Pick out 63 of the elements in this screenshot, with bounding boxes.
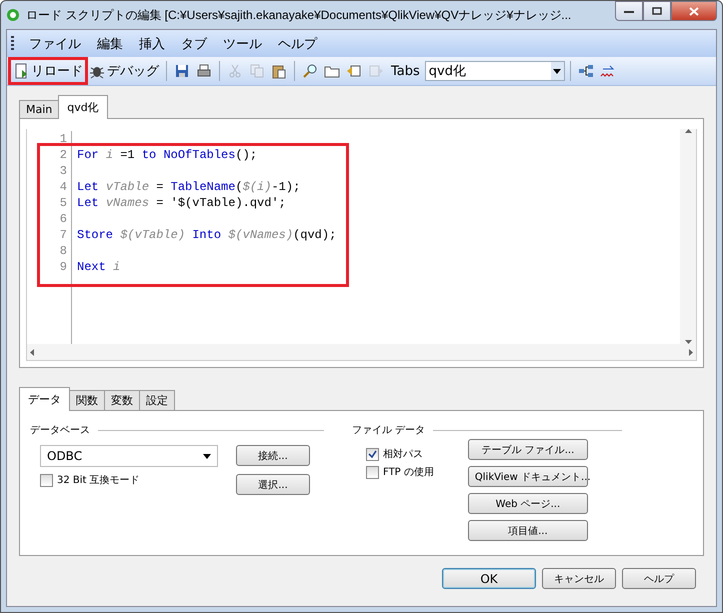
panel-tab[interactable]: データ: [19, 387, 70, 411]
line-number: 6: [27, 211, 72, 227]
menu-item[interactable]: ファイル: [22, 32, 88, 54]
panel-tab[interactable]: 変数: [104, 390, 140, 410]
toolbar-button[interactable]: リロード: [11, 60, 85, 82]
database-select[interactable]: ODBC: [40, 445, 218, 467]
menu-item[interactable]: タブ: [174, 32, 214, 54]
checkbox[interactable]: 相対パス: [366, 447, 434, 461]
close-icon: [689, 6, 699, 16]
scroll-left-icon[interactable]: [30, 348, 34, 356]
dialog-button[interactable]: キャンセル: [542, 568, 616, 589]
toolbar-button[interactable]: デバッグ: [87, 60, 161, 82]
scroll-right-icon[interactable]: [689, 348, 693, 356]
menu-item[interactable]: ツール: [216, 32, 269, 54]
script-tab[interactable]: Main: [19, 100, 60, 118]
dialog-button[interactable]: テーブル ファイル...: [468, 439, 588, 460]
minimize-icon: [624, 9, 634, 13]
dialog-button[interactable]: 接続...: [236, 445, 310, 466]
line-number: 7: [27, 227, 72, 243]
dialog-button[interactable]: 選択...: [236, 474, 310, 495]
maximize-button[interactable]: [643, 1, 671, 21]
dialog-button[interactable]: QlikView ドキュメント...: [468, 466, 588, 487]
horizontal-scrollbar[interactable]: [27, 344, 696, 360]
code-line: Let vTable = TableName($(i)-1);: [76, 179, 300, 195]
window-title: ロード スクリプトの編集 [C:¥Users¥sajith.ekanayake¥Documents¥QlikView¥QVナレッジ¥ナレッジ...: [26, 6, 572, 24]
menu-item[interactable]: 挿入: [132, 32, 172, 54]
code-line: For i =1 to NoOfTables();: [76, 147, 258, 163]
code-line: Store $(vTable) Into $(vNames)(qvd);: [76, 227, 336, 243]
panel-tab[interactable]: 設定: [139, 390, 175, 410]
checkmark-icon: [368, 450, 377, 458]
caret-icon: [203, 454, 211, 458]
line-number: 8: [27, 243, 72, 259]
scroll-up-icon[interactable]: [684, 129, 692, 133]
line-number: 1: [27, 131, 72, 147]
dialog-button[interactable]: Web ページ...: [468, 493, 588, 514]
group-title: データベース: [30, 424, 90, 437]
vertical-scrollbar[interactable]: [680, 129, 696, 344]
page-icon: [13, 63, 29, 79]
group-title: ファイル データ: [352, 424, 426, 437]
checkbox[interactable]: 32 Bit 互換モード: [40, 473, 218, 487]
line-number: 2: [27, 147, 72, 163]
code-editor[interactable]: 1 2 For i =1 to NoOfTables(); 3 4 Let vTable = TableName($(i)-1); 5 Let vNames = '$(vTable).qvd'; 6 7 Store $(vTable) Into $(vNames)(qvd); 8 9 Next i: [26, 129, 697, 361]
panel-tab[interactable]: 関数: [69, 390, 105, 410]
script-tab[interactable]: qvd化: [58, 95, 108, 119]
app-icon: [6, 8, 20, 22]
maximize-icon: [652, 7, 662, 15]
dialog-button[interactable]: 項目値...: [468, 520, 588, 541]
tab-dropdown[interactable]: qvd化: [424, 61, 565, 81]
caret-icon: [553, 68, 562, 74]
dialog-button[interactable]: OK: [442, 568, 536, 589]
menu-item[interactable]: ヘルプ: [271, 32, 324, 54]
code-line: Let vNames = '$(vTable).qvd';: [76, 195, 286, 211]
tabs-label: Tabs: [390, 64, 421, 78]
menu-item[interactable]: 編集: [90, 32, 130, 54]
line-number: 9: [27, 259, 72, 275]
line-number: 3: [27, 163, 72, 179]
close-button[interactable]: [671, 1, 717, 21]
line-number: 4: [27, 179, 72, 195]
minimize-button[interactable]: [615, 1, 643, 21]
line-number: 5: [27, 195, 72, 211]
checkbox[interactable]: FTP の使用: [366, 465, 434, 479]
dialog-button[interactable]: ヘルプ: [622, 568, 696, 589]
code-line: Next i: [76, 259, 120, 275]
